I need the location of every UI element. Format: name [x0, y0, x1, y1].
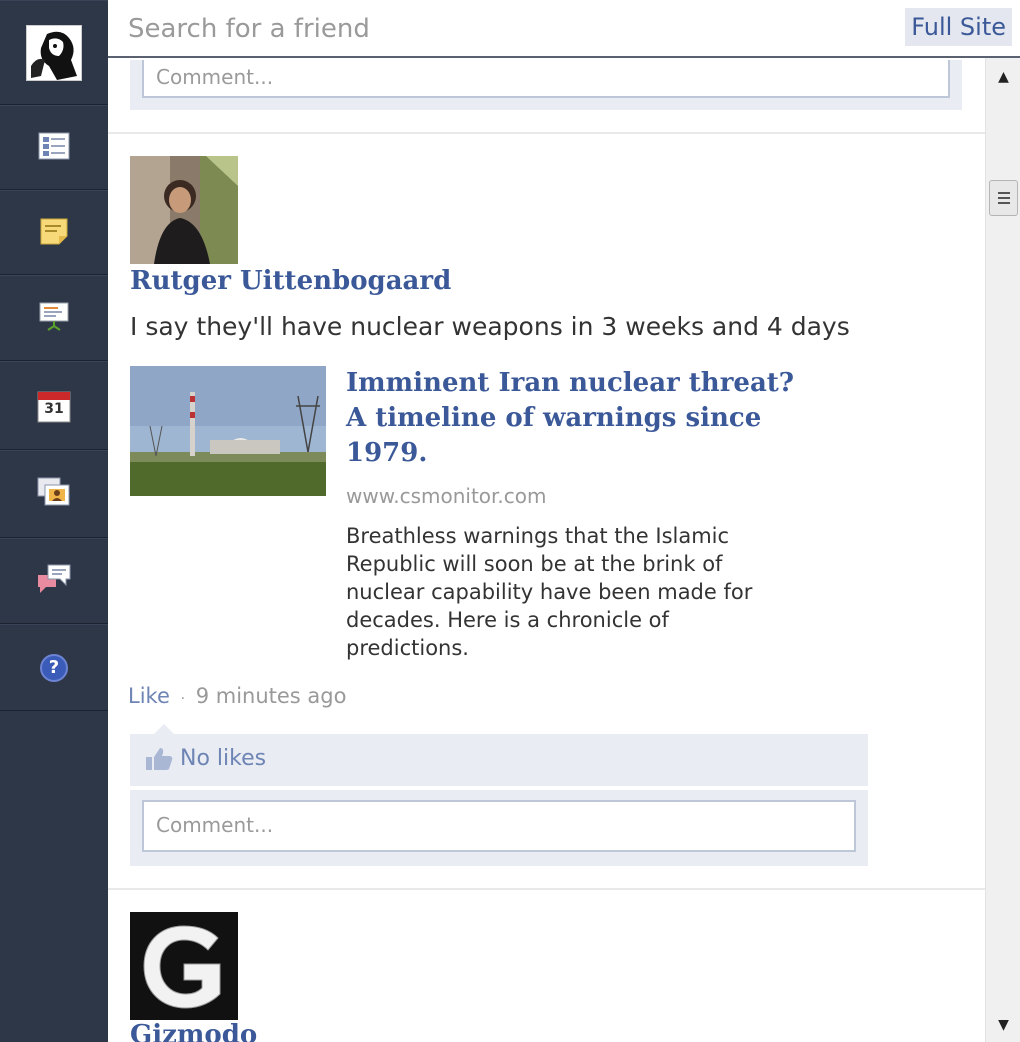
chat-icon: [36, 563, 72, 599]
sidebar-item-calendar[interactable]: 31: [0, 361, 108, 450]
sidebar-item-photos[interactable]: [0, 450, 108, 538]
photos-icon: [37, 477, 71, 511]
profile-avatar-button[interactable]: [0, 0, 108, 105]
link-description: Breathless warnings that the Islamic Rep…: [346, 524, 753, 660]
full-site-button[interactable]: Full Site: [905, 8, 1012, 46]
top-bar: Full Site: [108, 0, 1020, 58]
likes-pointer: [154, 724, 174, 734]
author-avatar[interactable]: [130, 156, 238, 264]
likes-count[interactable]: No likes: [180, 746, 266, 771]
search-input[interactable]: [128, 10, 888, 48]
presentation-icon: [38, 300, 70, 336]
calendar-day: 31: [44, 400, 64, 417]
notes-icon: [39, 216, 69, 250]
comment-panel: Comment...: [130, 790, 868, 866]
link-domain: www.csmonitor.com: [346, 484, 547, 508]
app-sidebar: 31 ?: [0, 0, 108, 1042]
feed-scrollbar[interactable]: ▲ ▼: [985, 58, 1020, 1042]
scroll-down-arrow-icon[interactable]: ▼: [986, 1010, 1020, 1040]
scroll-up-arrow-icon[interactable]: ▲: [986, 62, 1020, 92]
meta-separator: ·: [180, 691, 186, 707]
post-divider: [108, 132, 985, 134]
calendar-icon: 31: [37, 389, 71, 423]
comment-input[interactable]: Comment...: [142, 800, 856, 852]
sidebar-item-help[interactable]: ?: [0, 624, 108, 711]
post-timestamp: 9 minutes ago: [195, 684, 347, 708]
next-post-author[interactable]: Gizmodo: [130, 1020, 257, 1042]
likes-panel: No likes: [130, 734, 868, 786]
scroll-thumb[interactable]: [989, 180, 1018, 216]
thumbs-up-icon: [144, 746, 174, 772]
gizmodo-avatar[interactable]: [130, 912, 238, 1020]
post-status-text: I say they'll have nuclear weapons in 3 …: [130, 312, 850, 341]
previous-post-comment-input[interactable]: Comment...: [142, 60, 950, 98]
previous-post-comment-panel: Comment...: [130, 60, 962, 110]
post-divider: [108, 888, 985, 890]
link-title[interactable]: Imminent Iran nuclear threat? A timeline…: [346, 366, 806, 471]
sidebar-item-chat[interactable]: [0, 538, 108, 624]
news-feed-icon: [38, 132, 70, 164]
help-icon: ?: [40, 653, 68, 682]
profile-avatar: [26, 24, 82, 81]
link-thumbnail[interactable]: [130, 366, 326, 496]
post-author[interactable]: Rutger Uittenbogaard: [130, 266, 451, 296]
like-link[interactable]: Like: [128, 684, 170, 708]
sidebar-item-notes[interactable]: [0, 190, 108, 275]
post-meta: Like · 9 minutes ago: [128, 684, 346, 708]
sidebar-item-presentation[interactable]: [0, 275, 108, 361]
sidebar-item-news-feed[interactable]: [0, 105, 108, 190]
news-feed: Comment... Rutger Uittenbogaard I say th…: [108, 60, 985, 1042]
